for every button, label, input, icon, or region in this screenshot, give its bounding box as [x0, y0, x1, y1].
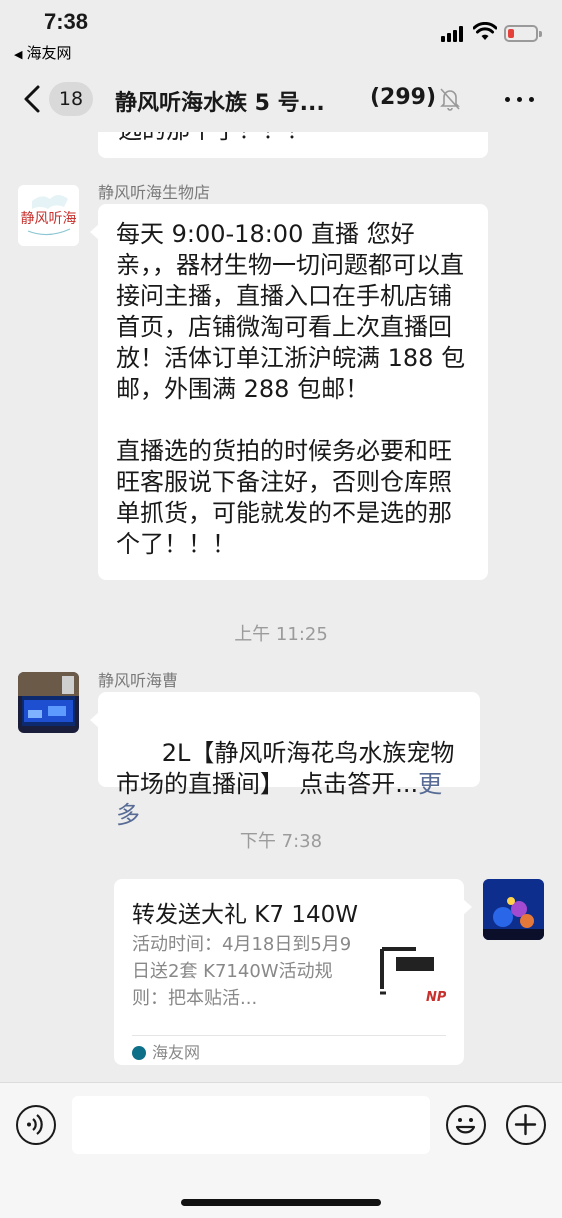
back-app-label: 海友网 — [26, 44, 72, 62]
battery-icon — [504, 25, 542, 42]
cellular-signal-icon — [441, 26, 467, 42]
card-description: 活动时间：4月18日到5月9日送2套 K7140W活动规则：把本贴活... — [132, 934, 352, 1009]
chat-title: 静风听海水族 5 号... — [115, 91, 325, 116]
back-triangle-icon: ◀ — [14, 48, 23, 61]
link-card[interactable]: 转发送大礼 K7 140W 活动时间：4月18日到5月9日送2套 K7140W活… — [114, 879, 472, 1065]
card-source-label: 海友网 — [152, 1043, 201, 1062]
timestamp: 下午 7:38 — [239, 831, 323, 852]
card-title: 转发送大礼 K7 140W — [132, 902, 358, 928]
message-text-content: 2L【静风听海花鸟水族宠物市场的直播间】 点击答开... — [116, 739, 455, 798]
sender-name: 静风听海生物店 — [98, 183, 211, 202]
message-text: 每天 9:00-18:00 直播 您好亲，，器材生物一切问题都可以直接问主播，直… — [116, 220, 466, 558]
avatar[interactable] — [18, 672, 79, 733]
card-divider — [132, 1035, 446, 1036]
voice-icon — [27, 1114, 43, 1135]
back-to-app-link[interactable]: ◀ 海友网 — [14, 42, 71, 63]
card-source: 海友网 — [132, 1039, 200, 1063]
message-text-partial: 选的那个了！！！ — [118, 132, 310, 146]
message-input[interactable] — [72, 1096, 430, 1154]
member-count: (299) — [370, 85, 437, 110]
source-app-icon — [132, 1046, 146, 1060]
emoji-button[interactable] — [446, 1105, 486, 1145]
home-indicator[interactable] — [181, 1199, 381, 1206]
card-thumbnail-image: NP — [372, 937, 446, 1011]
back-chevron-icon[interactable] — [18, 82, 48, 116]
shop-logo-text: 静风听海 — [21, 211, 77, 227]
status-time: 7:38 — [44, 9, 89, 34]
sender-name: 静风听海曹 — [98, 671, 179, 690]
reef-photo-icon — [483, 879, 544, 940]
more-options-icon[interactable] — [503, 97, 537, 103]
chat-header: 18 静风听海水族 5 号... (299) — [0, 66, 562, 132]
thumb-logo-text: NP — [426, 990, 446, 1005]
message-bubble-partial[interactable]: 选的那个了！！！ — [98, 132, 488, 158]
status-bar: 7:38 ◀ 海友网 — [0, 0, 562, 66]
avatar[interactable]: 静风听海 — [18, 185, 79, 246]
timestamp: 上午 11:25 — [234, 624, 328, 645]
aquarium-photo-icon — [18, 672, 79, 733]
message-bubble[interactable]: 每天 9:00-18:00 直播 您好亲，，器材生物一切问题都可以直接问主播，直… — [90, 204, 488, 580]
mute-bell-icon — [440, 88, 460, 111]
message-bubble[interactable]: 2L【静风听海花鸟水族宠物市场的直播间】 点击答开...更多 — [90, 692, 480, 829]
message-list[interactable]: 选的那个了！！！ 静风听海 静风听海生物店 每天 9:00-18:00 直播 您… — [0, 132, 562, 1082]
input-bar — [0, 1082, 562, 1218]
voice-input-button[interactable] — [16, 1105, 56, 1145]
shop-logo-icon: 静风听海 — [18, 185, 79, 246]
more-actions-button[interactable] — [506, 1105, 546, 1145]
emoji-icon — [455, 1118, 476, 1134]
my-avatar[interactable] — [483, 879, 544, 940]
plus-icon — [514, 1113, 537, 1136]
unread-count-badge[interactable]: 18 — [49, 82, 93, 116]
wifi-icon — [473, 22, 497, 40]
